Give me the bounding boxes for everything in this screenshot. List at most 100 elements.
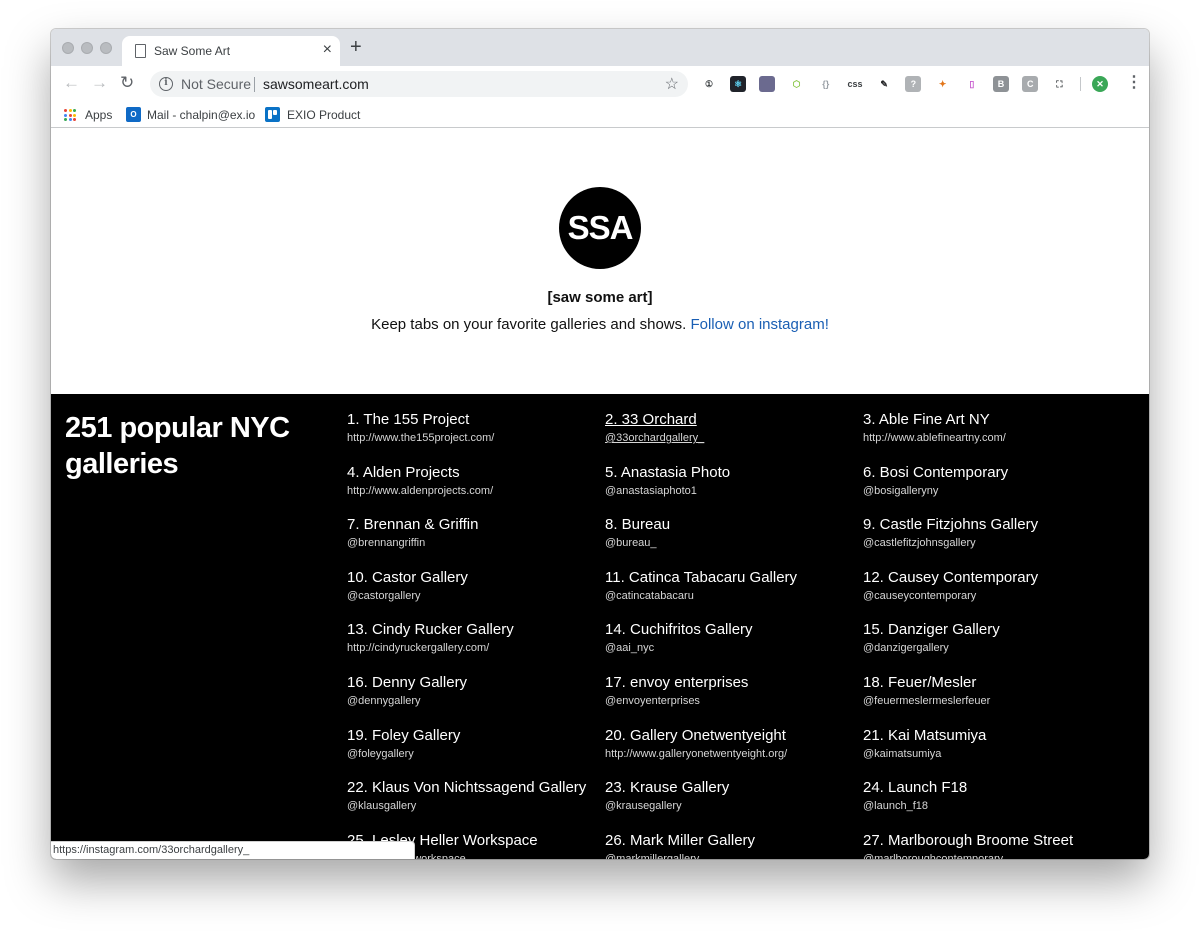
metamask-icon[interactable]: ✦ xyxy=(935,76,951,92)
minimize-window-button[interactable] xyxy=(81,42,93,54)
pen-icon[interactable]: ✎ xyxy=(876,76,892,92)
gallery-name-link[interactable]: 14. Cuchifritos Gallery xyxy=(605,621,855,639)
bookmark-apps[interactable]: Apps xyxy=(64,106,124,124)
gallery-name-link[interactable]: 20. Gallery Onetwentyeight xyxy=(605,727,855,745)
green-x-icon[interactable]: ✕ xyxy=(1092,76,1108,92)
gallery-item: 7. Brennan & Griffin @brennangriffin xyxy=(347,516,597,550)
gallery-handle-link[interactable]: @feuermeslermeslerfeuer xyxy=(863,694,1113,708)
gallery-handle-link[interactable]: http://www.the155project.com/ xyxy=(347,431,597,445)
gallery-item: 16. Denny Gallery @dennygallery xyxy=(347,674,597,708)
bookmark-star-icon[interactable]: ☆ xyxy=(665,74,679,94)
gallery-item: 4. Alden Projects http://www.aldenproject… xyxy=(347,464,597,498)
gray-b-icon[interactable]: B xyxy=(993,76,1009,92)
gallery-name-link[interactable]: 3. Able Fine Art NY xyxy=(863,411,1113,429)
nodejs-icon[interactable]: ⬡ xyxy=(789,76,805,92)
gallery-handle-link[interactable]: @danzigergallery xyxy=(863,641,1113,655)
gallery-name-link[interactable]: 4. Alden Projects xyxy=(347,464,597,482)
gallery-handle-link[interactable]: @bosigalleryny xyxy=(863,484,1113,498)
gallery-item: 14. Cuchifritos Gallery @aai_nyc xyxy=(605,621,855,655)
security-label[interactable]: Not Secure xyxy=(181,76,251,92)
gallery-handle-link[interactable]: @markmillergallery xyxy=(605,852,855,859)
gallery-name-link[interactable]: 7. Brennan & Griffin xyxy=(347,516,597,534)
gallery-name-link[interactable]: 17. envoy enterprises xyxy=(605,674,855,692)
gallery-name-link[interactable]: 16. Denny Gallery xyxy=(347,674,597,692)
gallery-handle-link[interactable]: @foleygallery xyxy=(347,747,597,761)
gallery-handle-link[interactable]: @catincatabacaru xyxy=(605,589,855,603)
galleries-heading: 251 popular NYC galleries xyxy=(65,412,290,480)
gallery-handle-link[interactable]: @aai_nyc xyxy=(605,641,855,655)
reload-button[interactable]: ↻ xyxy=(120,72,134,94)
forward-button[interactable]: → xyxy=(91,72,108,94)
react-devtools-icon[interactable]: ⚛ xyxy=(730,76,747,92)
question-icon[interactable]: ? xyxy=(905,76,922,92)
gallery-name-link[interactable]: 27. Marlborough Broome Street xyxy=(863,832,1113,850)
gallery-item: 10. Castor Gallery @castorgallery xyxy=(347,569,597,603)
url-separator xyxy=(254,77,255,92)
gallery-name-link[interactable]: 19. Foley Gallery xyxy=(347,727,597,745)
gallery-handle-link[interactable]: http://www.ablefineartny.com/ xyxy=(863,431,1113,445)
gallery-name-link[interactable]: 26. Mark Miller Gallery xyxy=(605,832,855,850)
gallery-handle-link[interactable]: @anastasiaphoto1 xyxy=(605,484,855,498)
gallery-handle-link[interactable]: @marlboroughcontemporary xyxy=(863,852,1113,859)
gallery-name-link[interactable]: 8. Bureau xyxy=(605,516,855,534)
instagram-follow-link[interactable]: Follow on instagram! xyxy=(690,316,828,333)
gallery-name-link[interactable]: 18. Feuer/Mesler xyxy=(863,674,1113,692)
gallery-name-link[interactable]: 13. Cindy Rucker Gallery xyxy=(347,621,597,639)
purple-square-icon[interactable] xyxy=(759,76,776,92)
gallery-handle-link[interactable]: http://cindyruckergallery.com/ xyxy=(347,641,597,655)
onepassword-icon[interactable]: ① xyxy=(701,76,717,92)
gallery-name-link[interactable]: 11. Catinca Tabacaru Gallery xyxy=(605,569,855,587)
gallery-item: 21. Kai Matsumiya @kaimatsumiya xyxy=(863,727,1113,761)
gallery-name-link[interactable]: 5. Anastasia Photo xyxy=(605,464,855,482)
gallery-handle-link[interactable]: http://www.aldenprojects.com/ xyxy=(347,484,597,498)
gallery-name-link[interactable]: 1. The 155 Project xyxy=(347,411,597,429)
gallery-name-link[interactable]: 2. 33 Orchard xyxy=(605,411,855,429)
info-icon[interactable]: i xyxy=(159,77,173,91)
bookmark-exio-product[interactable]: EXIO Product xyxy=(265,106,375,124)
bookmark-apps-label: Apps xyxy=(85,108,113,122)
colorful-doc-icon[interactable]: ▯ xyxy=(964,76,980,92)
gallery-item: 26. Mark Miller Gallery @markmillergaller… xyxy=(605,832,855,859)
browser-window: Saw Some Art × + ← → ↻ i Not Secure saws… xyxy=(51,29,1149,859)
zoom-window-button[interactable] xyxy=(100,42,112,54)
gallery-handle-link[interactable]: http://www.galleryonetwentyeight.org/ xyxy=(605,747,855,761)
gallery-item: 23. Krause Gallery @krausegallery xyxy=(605,779,855,813)
tab-saw-some-art[interactable]: Saw Some Art × xyxy=(122,36,340,66)
gallery-name-link[interactable]: 15. Danziger Gallery xyxy=(863,621,1113,639)
ssa-logo[interactable]: SSA xyxy=(559,187,641,269)
gallery-name-link[interactable]: 9. Castle Fitzjohns Gallery xyxy=(863,516,1113,534)
gallery-name-link[interactable]: 10. Castor Gallery xyxy=(347,569,597,587)
gallery-handle-link[interactable]: @dennygallery xyxy=(347,694,597,708)
gallery-handle-link[interactable]: @castorgallery xyxy=(347,589,597,603)
gallery-handle-link[interactable]: @castlefitzjohnsgallery xyxy=(863,536,1113,550)
url-text[interactable]: sawsomeart.com xyxy=(263,76,369,92)
gallery-handle-link[interactable]: @krausegallery xyxy=(605,799,855,813)
gallery-handle-link[interactable]: @bureau_ xyxy=(605,536,855,550)
gallery-name-link[interactable]: 12. Causey Contemporary xyxy=(863,569,1113,587)
gallery-handle-link[interactable]: @33orchardgallery_ xyxy=(605,431,855,445)
gallery-handle-link[interactable]: @launch_f18 xyxy=(863,799,1113,813)
gallery-name-link[interactable]: 21. Kai Matsumiya xyxy=(863,727,1113,745)
gallery-name-link[interactable]: 22. Klaus Von Nichtssagend Gallery xyxy=(347,779,597,797)
css-icon[interactable]: css xyxy=(847,76,863,92)
bookmark-exio-label: EXIO Product xyxy=(287,108,361,122)
gallery-handle-link[interactable]: @kaimatsumiya xyxy=(863,747,1113,761)
gallery-handle-link[interactable]: @brennangriffin xyxy=(347,536,597,550)
gallery-handle-link[interactable]: @causeycontemporary xyxy=(863,589,1113,603)
address-bar[interactable]: i Not Secure sawsomeart.com ☆ xyxy=(150,71,688,97)
tab-close-icon[interactable]: × xyxy=(323,41,332,59)
gallery-name-link[interactable]: 24. Launch F18 xyxy=(863,779,1113,797)
browser-menu-icon[interactable]: ⋮ xyxy=(1126,72,1142,94)
gallery-name-link[interactable]: 23. Krause Gallery xyxy=(605,779,855,797)
back-button[interactable]: ← xyxy=(63,72,80,94)
braces-icon[interactable]: {} xyxy=(818,76,834,92)
screenshot-icon[interactable]: ⛶ xyxy=(1051,76,1067,92)
gallery-handle-link[interactable]: @envoyenterprises xyxy=(605,694,855,708)
gallery-name-link[interactable]: 6. Bosi Contemporary xyxy=(863,464,1113,482)
new-tab-button[interactable]: + xyxy=(350,36,362,58)
gallery-item: 24. Launch F18 @launch_f18 xyxy=(863,779,1113,813)
close-window-button[interactable] xyxy=(62,42,74,54)
gallery-handle-link[interactable]: @klausgallery xyxy=(347,799,597,813)
gray-c-icon[interactable]: C xyxy=(1022,76,1039,92)
gallery-item: 6. Bosi Contemporary @bosigalleryny xyxy=(863,464,1113,498)
